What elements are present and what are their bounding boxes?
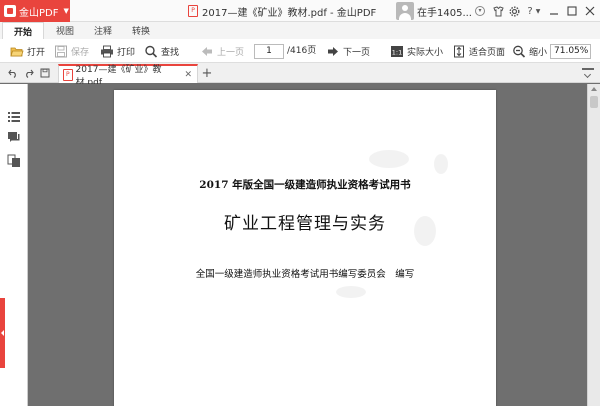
app-name: 金山PDF — [19, 7, 59, 19]
book-author: 全国一级建造师执业资格考试用书编写委员会 编写 — [195, 269, 415, 280]
svg-text:1:1: 1:1 — [392, 48, 402, 56]
thumbnails-icon[interactable] — [7, 154, 21, 168]
document-tab[interactable]: P 2017—建《矿业》教材.pdf ✕ — [58, 64, 198, 88]
save-icon[interactable] — [38, 66, 52, 80]
page-total: /416页 — [287, 46, 317, 56]
redo-icon[interactable] — [22, 66, 36, 80]
zoom-input[interactable]: 71.05% — [550, 44, 591, 59]
arrow-right-icon — [326, 45, 340, 58]
book-title: 矿业工程管理与实务 — [224, 214, 386, 234]
actual-size-label: 实际大小 — [407, 47, 444, 58]
window-title: P 2017—建《矿业》教材.pdf - 金山PDF — [188, 0, 376, 22]
next-page-label: 下一页 — [343, 47, 371, 58]
chevron-down-icon[interactable]: ▼ — [534, 3, 542, 19]
scan-speck — [336, 286, 366, 298]
folder-icon — [10, 45, 24, 58]
printer-icon — [100, 45, 114, 58]
tab-annotate[interactable]: 注释 — [86, 22, 120, 39]
document-tab-bar: P 2017—建《矿业》教材.pdf ✕ + — [0, 63, 600, 88]
sidebar-toggle-handle[interactable] — [0, 298, 5, 368]
prev-page-label: 上一页 — [217, 47, 245, 58]
tab-convert[interactable]: 转换 — [124, 22, 158, 39]
fit-page-icon — [452, 45, 466, 58]
save-label: 保存 — [71, 47, 90, 58]
left-sidebar — [0, 84, 28, 406]
avatar[interactable] — [396, 2, 414, 20]
vertical-scrollbar[interactable] — [587, 84, 600, 406]
comments-icon[interactable] — [7, 131, 21, 145]
tab-start[interactable]: 开始 — [2, 22, 44, 39]
print-label: 打印 — [117, 47, 136, 58]
pdf-file-icon: P — [188, 5, 198, 17]
user-name[interactable]: 在手1405... — [417, 4, 472, 19]
find-button[interactable]: 查找 — [144, 39, 179, 63]
collapse-ribbon-icon[interactable] — [582, 68, 594, 78]
ribbon-tabs: 开始 视图 注释 转换 — [0, 22, 600, 39]
pdf-file-icon: P — [63, 68, 73, 81]
tab-view[interactable]: 视图 — [48, 22, 82, 39]
document-viewport[interactable]: 2017 年版全国一级建造师执业资格考试用书 矿业工程管理与实务 全国一级建造师… — [29, 84, 587, 406]
find-label: 查找 — [161, 47, 180, 58]
new-tab-button[interactable]: + — [200, 64, 214, 82]
fit-page-label: 适合页面 — [469, 47, 506, 58]
user-account[interactable]: 在手1405... ▾ — [396, 0, 485, 22]
window-title-text: 2017—建《矿业》教材.pdf - 金山PDF — [202, 7, 377, 19]
book-series-title: 2017 年版全国一级建造师执业资格考试用书 — [199, 179, 411, 191]
close-icon[interactable] — [582, 3, 598, 19]
skin-icon[interactable] — [490, 3, 506, 19]
scroll-up-arrow-icon[interactable] — [591, 87, 597, 91]
save-button[interactable]: 保存 — [54, 39, 89, 63]
prev-page-button[interactable]: 上一页 — [200, 39, 244, 63]
open-label: 打开 — [27, 47, 46, 58]
actual-size-icon: 1:1 — [390, 45, 404, 58]
app-logo-icon — [4, 5, 16, 17]
pdf-page: 2017 年版全国一级建造师执业资格考试用书 矿业工程管理与实务 全国一级建造师… — [114, 90, 496, 406]
close-icon[interactable]: ✕ — [184, 70, 192, 80]
zoom-out-icon — [512, 45, 526, 58]
scroll-thumb[interactable] — [590, 96, 598, 108]
fit-page-button[interactable]: 适合页面 — [452, 39, 505, 63]
gear-icon[interactable] — [506, 3, 522, 19]
open-button[interactable]: 打开 — [10, 39, 45, 63]
undo-icon[interactable] — [6, 66, 20, 80]
chevron-down-icon[interactable]: ▾ — [475, 6, 485, 16]
arrow-left-icon — [200, 45, 214, 58]
next-page-button[interactable]: 下一页 — [326, 39, 370, 63]
save-icon — [54, 45, 68, 58]
actual-size-button[interactable]: 1:1 实际大小 — [390, 39, 443, 63]
search-icon — [144, 45, 158, 58]
scan-speck — [369, 150, 409, 168]
bookmarks-icon[interactable] — [7, 110, 21, 124]
maximize-icon[interactable] — [564, 3, 580, 19]
page-number-input[interactable]: 1 — [254, 44, 284, 59]
zoom-out-label: 缩小 — [529, 47, 548, 58]
title-bar: 金山PDF ▼ P 2017—建《矿业》教材.pdf - 金山PDF 在手140… — [0, 0, 600, 22]
scan-speck — [434, 154, 448, 174]
minimize-icon[interactable] — [546, 3, 562, 19]
app-menu-button[interactable]: 金山PDF ▼ — [0, 0, 70, 22]
chevron-down-icon: ▼ — [63, 7, 69, 15]
zoom-out-button[interactable]: 缩小 — [512, 39, 547, 63]
print-button[interactable]: 打印 — [100, 39, 135, 63]
